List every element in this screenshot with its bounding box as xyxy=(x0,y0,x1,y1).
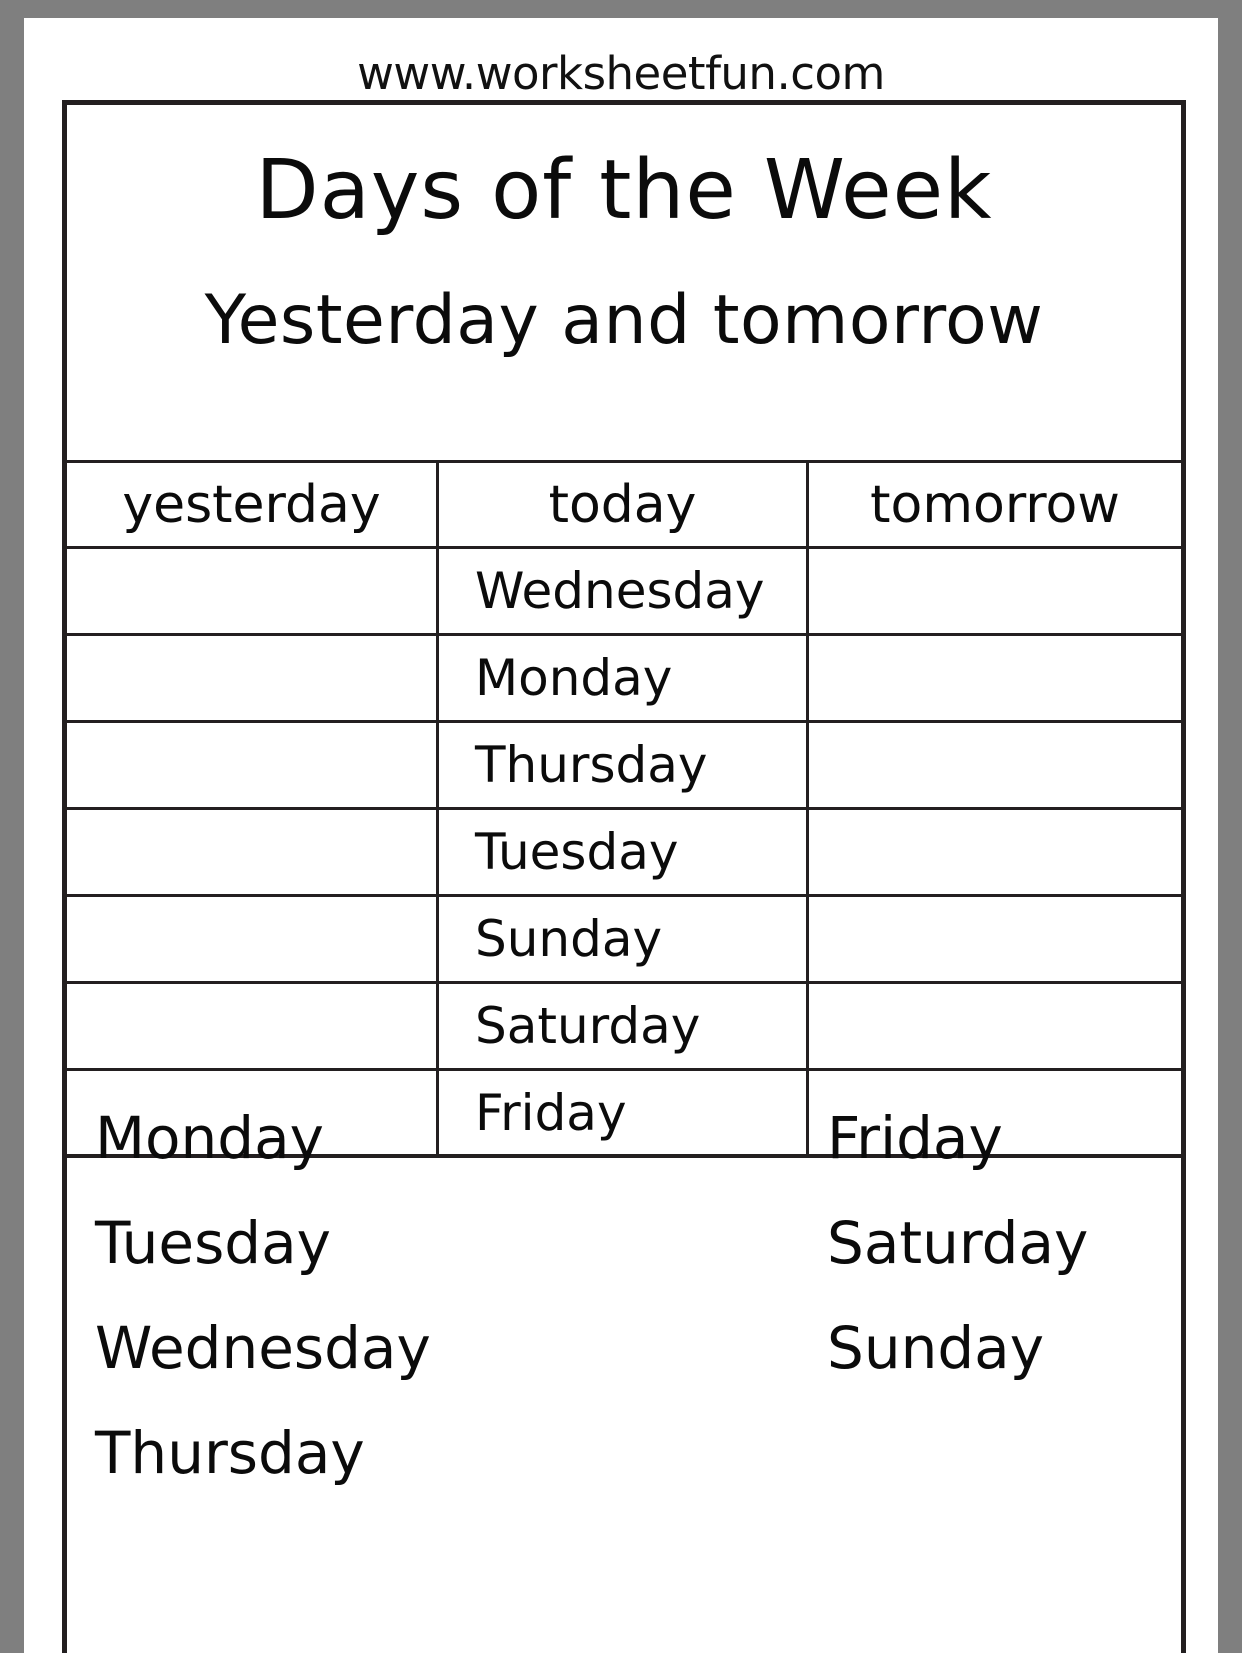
page-subtitle: Yesterday and tomorrow xyxy=(204,281,1044,360)
answer-blank-yesterday[interactable] xyxy=(67,636,439,720)
word-bank-item: Friday xyxy=(827,1104,1003,1172)
answer-blank-tomorrow[interactable] xyxy=(809,810,1181,894)
table-header-row: yesterday today tomorrow xyxy=(67,463,1181,549)
answer-blank-yesterday[interactable] xyxy=(67,984,439,1068)
answer-blank-tomorrow[interactable] xyxy=(809,984,1181,1068)
page-title: Days of the Week xyxy=(255,143,993,238)
title-block: Days of the Week Yesterday and tomorrow xyxy=(67,105,1181,463)
table-row: Saturday xyxy=(67,984,1181,1071)
site-url-label: www.worksheetfun.com xyxy=(357,47,885,100)
worksheet-sheet: www.worksheetfun.com Days of the Week Ye… xyxy=(24,18,1218,1653)
answer-blank-tomorrow[interactable] xyxy=(809,723,1181,807)
day-cell-today: Sunday xyxy=(439,897,809,981)
worksheet-frame: Days of the Week Yesterday and tomorrow … xyxy=(62,100,1186,1653)
word-bank-right-column: Friday Saturday Sunday xyxy=(827,1105,1088,1420)
day-cell-today: Saturday xyxy=(439,984,809,1068)
table-row: Wednesday xyxy=(67,549,1181,636)
answer-blank-tomorrow[interactable] xyxy=(809,897,1181,981)
answer-blank-yesterday[interactable] xyxy=(67,810,439,894)
table-row: Monday xyxy=(67,636,1181,723)
answer-blank-yesterday[interactable] xyxy=(67,723,439,807)
word-bank-item: Wednesday xyxy=(95,1314,431,1382)
days-table: yesterday today tomorrow Wednesday Monda… xyxy=(67,463,1181,1158)
word-bank-item: Monday xyxy=(95,1104,324,1172)
answer-blank-tomorrow[interactable] xyxy=(809,549,1181,633)
table-row: Sunday xyxy=(67,897,1181,984)
column-header-yesterday: yesterday xyxy=(67,463,439,546)
word-bank-left-column: Monday Tuesday Wednesday Thursday xyxy=(95,1105,431,1525)
day-cell-today: Thursday xyxy=(439,723,809,807)
day-cell-today: Wednesday xyxy=(439,549,809,633)
answer-blank-tomorrow[interactable] xyxy=(809,636,1181,720)
column-header-tomorrow: tomorrow xyxy=(870,474,1120,535)
column-header-today: today xyxy=(439,463,809,546)
day-cell-today: Tuesday xyxy=(439,810,809,894)
answer-blank-yesterday[interactable] xyxy=(67,549,439,633)
word-bank: Monday Tuesday Wednesday Thursday Friday… xyxy=(67,1105,1181,1653)
word-bank-item: Tuesday xyxy=(95,1209,331,1277)
word-bank-item: Thursday xyxy=(95,1419,365,1487)
word-bank-item: Saturday xyxy=(827,1209,1089,1277)
answer-blank-yesterday[interactable] xyxy=(67,897,439,981)
table-row: Thursday xyxy=(67,723,1181,810)
table-row: Tuesday xyxy=(67,810,1181,897)
word-bank-item: Sunday xyxy=(827,1314,1045,1382)
day-cell-today: Monday xyxy=(439,636,809,720)
